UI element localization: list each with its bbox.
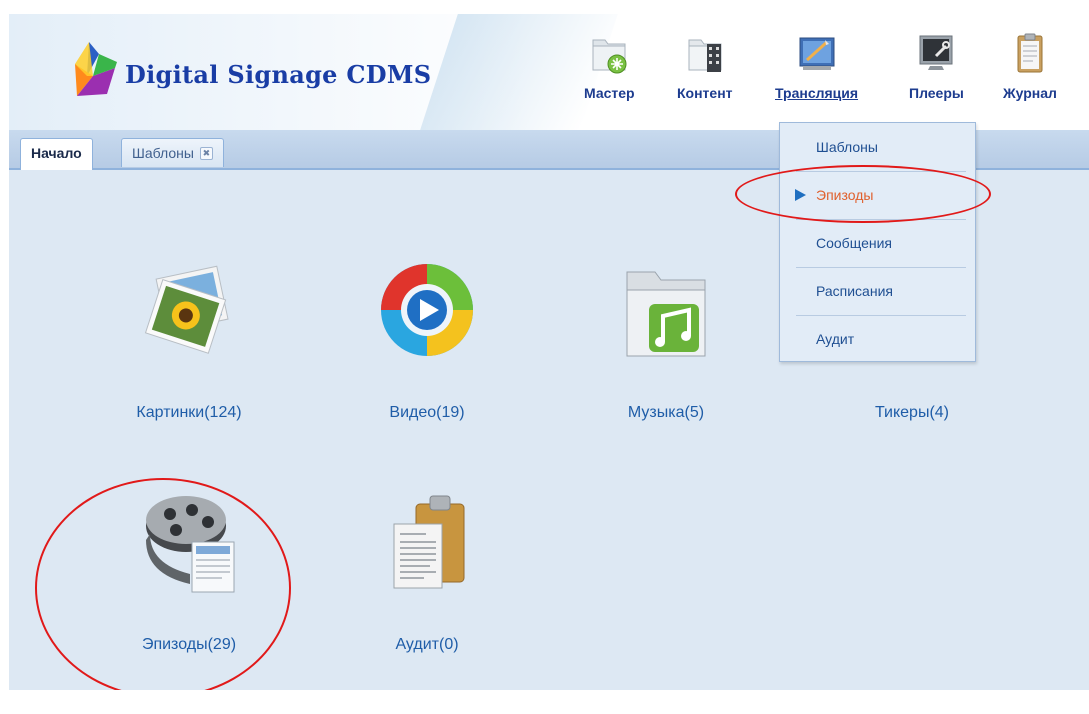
broadcast-dropdown-menu: Шаблоны Эпизоды Сообщения Расписания Ауд…	[779, 122, 976, 362]
app-frame: Digital Signage CDMS Мастер Контент Тран…	[9, 14, 1089, 690]
tab-home[interactable]: Начало	[20, 138, 93, 170]
broadcast-board-icon	[799, 37, 835, 70]
video-play-icon	[381, 264, 473, 356]
tile-video[interactable]: Видео(19)	[327, 258, 527, 421]
annotation-ellipse-episodes-menu	[735, 165, 991, 223]
nav-content[interactable]: Контент	[677, 32, 733, 101]
nav-players[interactable]: Плееры	[909, 32, 964, 101]
pictures-icon	[144, 265, 229, 354]
tab-templates[interactable]: Шаблоны ✖	[121, 138, 224, 167]
tab-home-label: Начало	[31, 145, 82, 161]
tile-tickers-label: Тикеры(4)	[874, 404, 950, 421]
menu-item-schedules[interactable]: Расписания	[780, 267, 975, 315]
tile-video-label: Видео(19)	[389, 404, 465, 421]
audit-clipboard-icon	[393, 495, 465, 589]
menu-item-templates[interactable]: Шаблоны	[780, 123, 975, 171]
menu-item-audit-label: Аудит	[816, 331, 855, 347]
nav-master-label: Мастер	[584, 85, 635, 101]
menu-item-schedules-label: Расписания	[816, 283, 893, 299]
menu-item-messages-label: Сообщения	[816, 235, 892, 251]
tile-pictures[interactable]: Картинки(124)	[89, 258, 289, 421]
nav-journal[interactable]: Журнал	[1003, 32, 1057, 101]
clipboard-icon	[1017, 33, 1043, 73]
nav-players-label: Плееры	[909, 85, 964, 101]
app-brand-title: Digital Signage CDMS	[125, 60, 432, 89]
tile-audit[interactable]: Аудит(0)	[327, 490, 527, 653]
folder-add-icon	[592, 39, 627, 74]
tile-music[interactable]: Музыка(5)	[566, 258, 766, 421]
menu-item-audit[interactable]: Аудит	[780, 315, 975, 363]
nav-broadcast-label: Трансляция	[775, 85, 859, 101]
logo-icon	[75, 42, 117, 96]
player-screen-icon	[919, 35, 953, 70]
tab-close-icon[interactable]: ✖	[199, 147, 213, 160]
tile-music-label: Музыка(5)	[627, 404, 705, 421]
nav-content-label: Контент	[677, 85, 733, 101]
nav-master[interactable]: Мастер	[584, 32, 635, 101]
nav-broadcast[interactable]: Трансляция	[775, 32, 858, 101]
folder-film-icon	[688, 39, 722, 72]
menu-item-templates-label: Шаблоны	[816, 139, 878, 155]
tab-templates-label: Шаблоны	[132, 145, 194, 161]
tile-pictures-label: Картинки(124)	[136, 404, 242, 421]
nav-journal-label: Журнал	[1003, 85, 1057, 101]
menu-item-messages[interactable]: Сообщения	[780, 219, 975, 267]
annotation-ellipse-episodes-tile	[35, 478, 291, 690]
music-folder-icon	[626, 271, 706, 357]
header-bar: Digital Signage CDMS Мастер Контент Тран…	[9, 14, 1089, 130]
tile-audit-label: Аудит(0)	[395, 636, 459, 653]
